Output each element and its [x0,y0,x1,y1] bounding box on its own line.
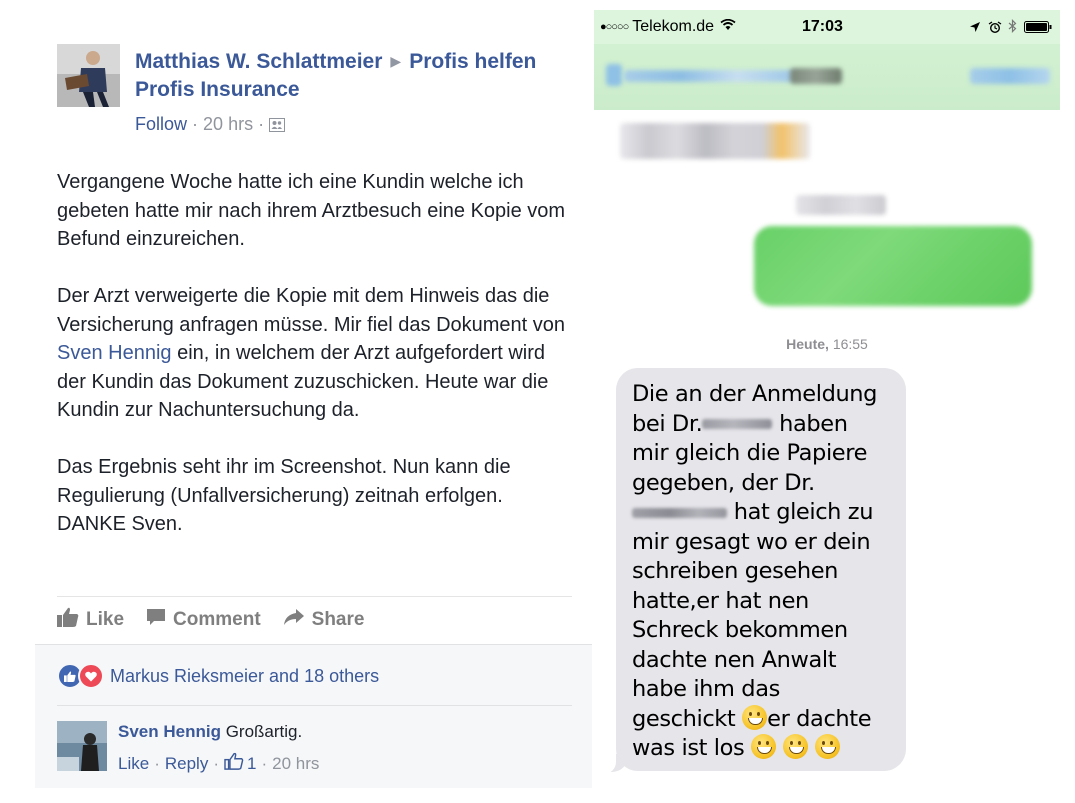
like-button[interactable]: Like [57,607,124,633]
signal-strength-icon: ●○○○○ [600,21,629,33]
like-label: Like [86,609,125,630]
message-line: schreiben gesehen [632,558,838,584]
message-line: Schreck bekommen [632,617,848,643]
message-line: hatte,er hat nen [632,587,809,614]
comment-meta: Like · Reply · 1 · 20 hrs [118,752,319,775]
reactions-comments-section: Markus Rieksmeier and 18 others Sven Hen… [35,644,592,788]
meta-separator: · [261,753,268,773]
alarm-icon [988,20,1002,38]
status-left: ●○○○○ Telekom.de [600,18,736,36]
message-line: mir gleich die Papiere [632,440,868,466]
timestamp-day: Heute, [786,336,829,352]
meta-separator: · [154,753,160,773]
clock-time: 17:03 [802,18,843,35]
post-text: Vergangene Woche hatte ich eine Kundin w… [57,168,577,567]
meta-separator: · [213,753,219,773]
redacted-outgoing-message [754,226,1032,306]
post-paragraph: Der Arzt verweigerte die Kopie mit dem H… [57,282,577,425]
message-line: hat gleich zu [632,498,890,528]
meta-separator: · [192,114,199,134]
comment-text: Großartig. [225,722,303,741]
redacted-incoming-message [620,123,810,159]
audience-icon[interactable] [269,115,286,137]
comment-like-link[interactable]: Like [118,754,149,774]
comment-label: Comment [173,609,261,630]
grinning-face-emoji-icon [751,734,777,759]
conversation-header-redacted [594,44,1060,110]
reaction-icons [57,663,104,689]
grinning-face-emoji-icon [814,734,840,759]
battery-icon [1024,20,1052,38]
message-line: bei Dr. haben [632,410,890,440]
redacted-back-button[interactable] [606,64,622,86]
message-line: mir gesagt wo er dein [632,528,871,555]
post-actions: Like Comment Share [57,605,386,635]
message-text: bei Dr. [632,410,703,437]
incoming-message-bubble[interactable]: Die an der Anmeldung bei Dr. haben mir g… [616,368,906,771]
status-bar: ●○○○○ Telekom.de 17:03 [594,10,1060,44]
share-button[interactable]: Share [283,608,365,632]
thumbs-up-outline-icon[interactable] [224,752,244,775]
author-avatar[interactable] [57,44,120,107]
author-name[interactable]: Matthias W. Schlattmeier [135,50,382,73]
group-name[interactable]: Profis helfen [409,50,536,73]
comment-reply-link[interactable]: Reply [165,754,208,774]
post-meta: Follow · 20 hrs · [135,113,286,137]
message-text: haben [779,410,848,437]
facebook-post: Matthias W. Schlattmeier ▶ Profis helfen P… [0,0,595,803]
message-line: was ist los [632,734,890,764]
message-text: er dachte [767,705,872,732]
redacted-name [632,507,727,518]
love-reaction-icon [78,663,104,689]
message-text: hat gleich zu [733,499,874,525]
comment-icon [146,607,173,633]
reactions-text: Markus Rieksmeier and 18 others [110,665,380,686]
comment-like-count[interactable]: 1 [247,754,256,774]
redacted-contact-name [790,68,842,84]
divider [57,596,572,597]
post-time[interactable]: 20 hrs [203,114,253,134]
message-text: was ist los [632,735,745,761]
post-paragraph: Das Ergebnis seht ihr im Screenshot. Nun… [57,456,511,535]
message-text: geschickt [632,705,736,732]
phone-screenshot: ●○○○○ Telekom.de 17:03 Heute, 16:55 Die … [594,10,1060,790]
grinning-face-emoji-icon [782,734,808,759]
redacted-name [702,419,773,429]
wifi-icon [720,18,736,36]
comment-time[interactable]: 20 hrs [272,754,319,774]
comment-author[interactable]: Sven Hennig [118,722,221,741]
grinning-face-emoji-icon [742,704,768,730]
message-line: Die an der Anmeldung [632,381,878,407]
follow-link[interactable]: Follow [135,114,187,134]
status-right [969,19,1052,38]
message-line: gegeben, der Dr. [632,469,815,496]
location-arrow-icon [969,20,981,38]
redacted-delivery-label [796,195,886,215]
post-paragraph: Vergangene Woche hatte ich eine Kundin w… [57,171,566,250]
divider [57,705,572,706]
comment-button[interactable]: Comment [146,607,261,633]
timestamp-time: 16:55 [832,336,868,352]
message-line: geschickt er dachte [632,704,890,735]
mention-link[interactable]: Sven Hennig [57,342,172,364]
redacted-details-button[interactable] [970,68,1050,84]
thumbs-up-icon [57,607,86,633]
bluetooth-icon [1008,19,1017,38]
share-label: Share [311,609,365,630]
comment-body: Sven Hennig Großartig. [118,720,302,744]
meta-separator: · [258,114,265,134]
message-timestamp: Heute, 16:55 [594,336,1060,352]
share-arrow-icon [283,608,312,632]
post-header: Matthias W. Schlattmeier ▶ Profis helfen [135,47,565,78]
reactions-summary[interactable]: Markus Rieksmeier and 18 others [57,663,379,689]
message-line: dachte nen Anwalt [632,646,837,673]
message-line: habe ihm das [632,676,780,702]
arrow-right-icon: ▶ [390,53,402,69]
redacted-back-label[interactable] [624,70,794,82]
post-text-segment: Der Arzt verweigerte die Kopie mit dem H… [57,285,566,336]
commenter-avatar[interactable] [57,721,107,771]
carrier-name: Telekom.de [632,18,715,35]
group-name-continued[interactable]: Profis Insurance [135,77,300,103]
